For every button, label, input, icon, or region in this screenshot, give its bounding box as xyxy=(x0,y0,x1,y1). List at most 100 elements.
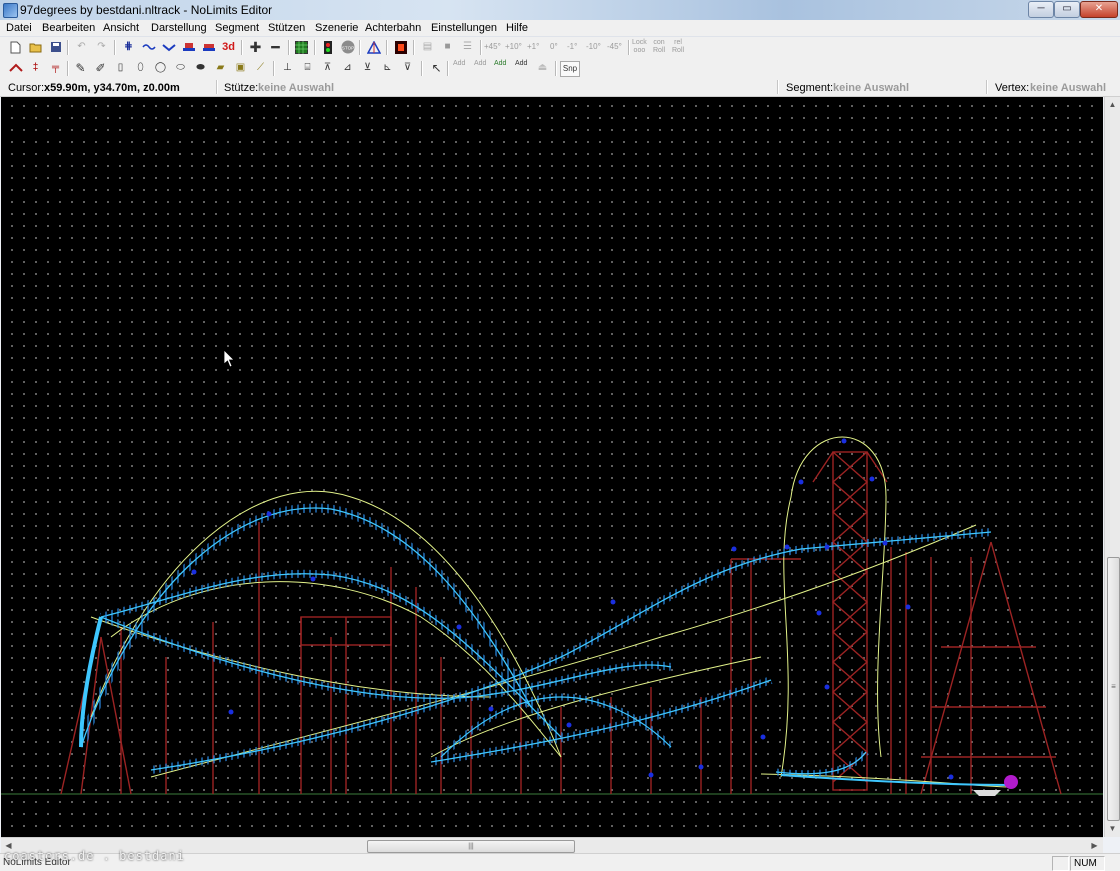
fill-view-icon[interactable]: ■ xyxy=(440,40,455,54)
wood-tool-icon[interactable]: ⟋ xyxy=(253,61,268,75)
select-arrow-icon[interactable]: ↖ xyxy=(429,61,444,75)
cylinder-flat-icon[interactable]: ⬬ xyxy=(193,61,208,75)
title-bar[interactable]: 97degrees by bestdani.nltrack - NoLimits… xyxy=(0,0,1120,20)
roll-plus-1-button[interactable]: +1° xyxy=(527,43,539,51)
toolbar-separator xyxy=(628,40,630,55)
roll-minus-10-button[interactable]: -10° xyxy=(586,43,601,51)
menu-einstellungen[interactable]: Einstellungen xyxy=(431,22,497,34)
track-view-icon[interactable] xyxy=(161,40,176,54)
add-segment-button[interactable]: Add xyxy=(474,60,486,68)
info-bar: Cursor: x59.90m, y34.70m, z0.00m Stütze:… xyxy=(0,79,1120,97)
status-panel xyxy=(1052,856,1069,871)
station-marker xyxy=(1004,775,1018,789)
menu-segment[interactable]: Segment xyxy=(215,22,259,34)
add-connection-button[interactable]: Add xyxy=(515,60,527,68)
ground-tool-icon[interactable]: ⏏ xyxy=(535,61,550,75)
roll-minus-1-button[interactable]: -1° xyxy=(567,43,577,51)
link-tool-icon[interactable]: ⊻ xyxy=(360,61,375,75)
save-disk-icon[interactable] xyxy=(48,40,63,54)
3d-view-button[interactable]: 3d xyxy=(221,40,236,54)
zoom-in-icon[interactable]: ✚ xyxy=(248,40,263,54)
supports-view-icon[interactable] xyxy=(181,40,196,54)
menu-achterbahn[interactable]: Achterbahn xyxy=(365,22,421,34)
train-car xyxy=(973,790,1001,796)
main-toolbar: ↶ ↷ ⋕ 3d ✚ ━ STOP ▤ ■ ☰ +45° +10° +1° 0°… xyxy=(0,37,1120,59)
prefab-tool-icon[interactable]: ⊾ xyxy=(380,61,395,75)
menu-ansicht[interactable]: Ansicht xyxy=(103,22,139,34)
app-icon[interactable] xyxy=(3,3,18,18)
cylinder-wide-icon[interactable]: ⬭ xyxy=(173,61,188,75)
catwalk-tool-icon[interactable]: ⊼ xyxy=(320,61,335,75)
vertical-scroll-thumb[interactable]: ≡ xyxy=(1107,557,1120,821)
plank-tool-icon[interactable]: ▰ xyxy=(213,61,228,75)
menu-darstellung[interactable]: Darstellung xyxy=(151,22,207,34)
undo-icon[interactable]: ↶ xyxy=(74,40,89,54)
info-separator xyxy=(216,80,218,94)
toolbar-separator xyxy=(386,40,388,55)
vertical-scrollbar[interactable]: ▲ ≡ ▼ xyxy=(1104,97,1120,837)
new-file-icon[interactable] xyxy=(8,40,23,54)
maximize-button[interactable]: ▭ xyxy=(1054,1,1080,18)
roll-zero-button[interactable]: 0° xyxy=(550,43,558,51)
menu-szenerie[interactable]: Szenerie xyxy=(315,22,358,34)
stair-tool-icon[interactable]: ⊿ xyxy=(340,61,355,75)
menu-hilfe[interactable]: Hilfe xyxy=(506,22,528,34)
segment-value: keine Auswahl xyxy=(833,82,910,94)
double-pencil-icon[interactable]: ✐ xyxy=(93,61,108,75)
roll-plus-45-button[interactable]: +45° xyxy=(484,43,501,51)
snap-toggle-button[interactable]: Snp xyxy=(560,61,580,77)
grid-toggle-icon[interactable]: ⋕ xyxy=(121,40,136,54)
scenery-map-icon[interactable] xyxy=(294,40,309,54)
rail-tool-icon[interactable]: ⊽ xyxy=(400,61,415,75)
menu-stuetzen[interactable]: Stützen xyxy=(268,22,305,34)
zoom-out-icon[interactable]: ━ xyxy=(268,40,283,54)
close-button[interactable]: ✕ xyxy=(1080,1,1118,18)
play-simulation-icon[interactable] xyxy=(320,40,335,54)
add-vertex-button[interactable]: Add xyxy=(453,60,465,68)
footer-tool-icon[interactable]: ⊥ xyxy=(280,61,295,75)
scroll-right-icon[interactable]: ▶ xyxy=(1087,838,1102,853)
menu-bearbeiten[interactable]: Bearbeiten xyxy=(42,22,95,34)
station-tool-icon[interactable] xyxy=(393,40,408,54)
cylinder-short-icon[interactable]: ◯ xyxy=(153,61,168,75)
rel-roll-button[interactable]: rel Roll xyxy=(672,39,684,55)
vertical-grip: ≡ xyxy=(1111,682,1116,691)
beam-tool-icon[interactable]: ╤ xyxy=(48,61,63,75)
cursor-value: x59.90m, y34.70m, z0.00m xyxy=(44,82,180,94)
vertex-value: keine Auswahl xyxy=(1030,82,1107,94)
segment-label: Segment: xyxy=(786,82,834,94)
toolbar-separator xyxy=(421,61,423,76)
editor-viewport[interactable] xyxy=(1,97,1103,837)
align-tool-icon[interactable]: ☰ xyxy=(460,40,475,54)
curve-view-icon[interactable] xyxy=(141,40,156,54)
cylinder-icon[interactable]: ⬯ xyxy=(133,61,148,75)
scroll-up-icon[interactable]: ▲ xyxy=(1105,97,1120,112)
lock-roll-button[interactable]: Lock ooo xyxy=(632,39,647,55)
roll-plus-10-button[interactable]: +10° xyxy=(505,43,522,51)
roll-minus-45-button[interactable]: -45° xyxy=(607,43,622,51)
add-support-button[interactable]: Add xyxy=(494,60,506,68)
cylinder-thin-icon[interactable]: ▯ xyxy=(113,61,128,75)
support-tool-icon[interactable] xyxy=(8,61,23,75)
train-view-icon[interactable] xyxy=(201,40,216,54)
redo-icon[interactable]: ↷ xyxy=(94,40,109,54)
tower-tool-icon[interactable] xyxy=(366,40,381,54)
stop-simulation-icon[interactable]: STOP xyxy=(340,40,355,54)
block-tool-icon[interactable]: ▣ xyxy=(233,61,248,75)
tower-piece-icon[interactable]: ⌸ xyxy=(300,61,315,75)
horizontal-scroll-thumb[interactable]: ||| xyxy=(367,840,575,853)
con-roll-button[interactable]: con Roll xyxy=(653,39,665,55)
scroll-down-icon[interactable]: ▼ xyxy=(1105,821,1120,836)
open-folder-icon[interactable] xyxy=(28,40,43,54)
pencil-tool-icon[interactable]: ✎ xyxy=(73,61,88,75)
toolbar-separator xyxy=(67,40,69,55)
column-tool-icon[interactable]: ‡ xyxy=(28,61,43,75)
minimize-button[interactable]: ─ xyxy=(1028,1,1054,18)
info-separator xyxy=(986,80,988,94)
menu-datei[interactable]: Datei xyxy=(6,22,32,34)
toolbar-separator xyxy=(447,61,449,76)
toolbar-separator xyxy=(480,40,482,55)
list-view-icon[interactable]: ▤ xyxy=(420,40,435,54)
window-title: 97degrees by bestdani.nltrack - NoLimits… xyxy=(20,3,273,17)
toolbar-separator xyxy=(273,61,275,76)
